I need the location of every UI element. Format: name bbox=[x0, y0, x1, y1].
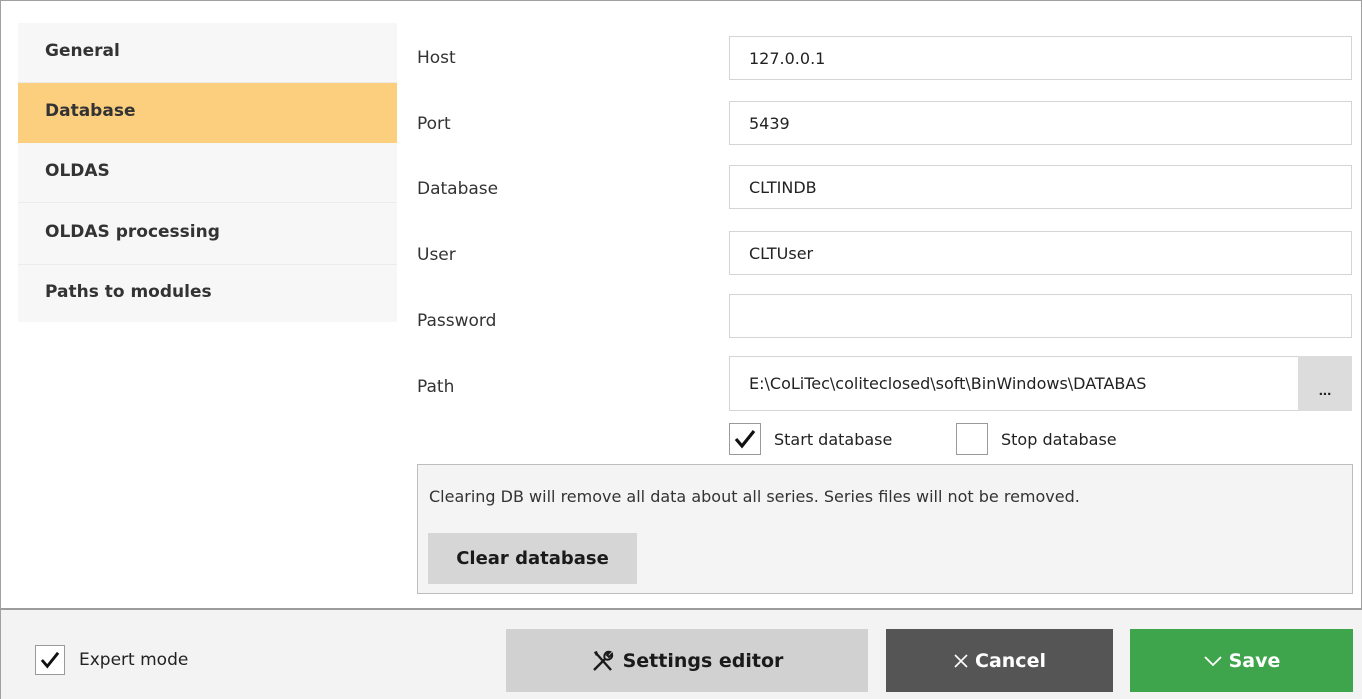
browse-button[interactable]: ... bbox=[1298, 356, 1352, 411]
expert-mode-checkbox[interactable] bbox=[35, 645, 65, 675]
sidebar-item-paths-to-modules[interactable]: Paths to modules bbox=[18, 265, 397, 322]
stop-database-option[interactable]: Stop database bbox=[956, 423, 1117, 455]
start-database-label: Start database bbox=[774, 429, 893, 449]
user-input[interactable] bbox=[729, 231, 1352, 275]
host-label: Host bbox=[417, 48, 456, 68]
close-icon bbox=[953, 653, 969, 669]
chevron-down-icon bbox=[1203, 654, 1223, 668]
sidebar-item-label: Database bbox=[45, 100, 136, 121]
start-database-option[interactable]: Start database bbox=[729, 423, 892, 455]
footer: Expert mode Settings editor Cancel Save bbox=[1, 610, 1362, 699]
sidebar-item-general[interactable]: General bbox=[18, 23, 397, 83]
sidebar-item-label: OLDAS processing bbox=[45, 221, 220, 242]
tools-icon bbox=[591, 649, 615, 673]
cancel-button[interactable]: Cancel bbox=[886, 629, 1113, 692]
sidebar-item-oldas-processing[interactable]: OLDAS processing bbox=[18, 203, 397, 265]
password-input[interactable] bbox=[729, 294, 1352, 338]
expert-mode-option[interactable]: Expert mode bbox=[35, 645, 188, 675]
settings-editor-label: Settings editor bbox=[622, 649, 784, 672]
path-input[interactable] bbox=[729, 356, 1299, 411]
stop-database-checkbox[interactable] bbox=[956, 423, 988, 455]
stop-database-label: Stop database bbox=[1001, 429, 1117, 449]
settings-editor-button[interactable]: Settings editor bbox=[506, 629, 868, 692]
sidebar-item-label: OLDAS bbox=[45, 160, 110, 181]
sidebar-item-database[interactable]: Database bbox=[18, 83, 397, 143]
checkmark-icon bbox=[40, 651, 60, 669]
settings-window: General Database OLDAS OLDAS processing … bbox=[0, 0, 1362, 699]
path-label: Path bbox=[417, 377, 455, 397]
password-label: Password bbox=[417, 311, 497, 331]
database-label: Database bbox=[417, 179, 499, 199]
clear-database-panel: Clearing DB will remove all data about a… bbox=[417, 464, 1353, 594]
sidebar: General Database OLDAS OLDAS processing … bbox=[18, 23, 397, 322]
host-input[interactable] bbox=[729, 36, 1352, 80]
clear-database-button[interactable]: Clear database bbox=[428, 533, 637, 584]
checkmark-icon bbox=[734, 430, 756, 449]
port-label: Port bbox=[417, 114, 451, 134]
start-database-checkbox[interactable] bbox=[729, 423, 761, 455]
database-input[interactable] bbox=[729, 165, 1352, 209]
user-label: User bbox=[417, 245, 456, 265]
port-input[interactable] bbox=[729, 101, 1352, 145]
clear-database-warning: Clearing DB will remove all data about a… bbox=[429, 487, 1080, 506]
save-button[interactable]: Save bbox=[1130, 629, 1353, 692]
sidebar-item-label: General bbox=[45, 40, 120, 61]
expert-mode-label: Expert mode bbox=[79, 650, 189, 670]
save-label: Save bbox=[1228, 649, 1281, 672]
sidebar-item-oldas[interactable]: OLDAS bbox=[18, 143, 397, 203]
sidebar-item-label: Paths to modules bbox=[45, 281, 212, 302]
cancel-label: Cancel bbox=[975, 649, 1046, 672]
